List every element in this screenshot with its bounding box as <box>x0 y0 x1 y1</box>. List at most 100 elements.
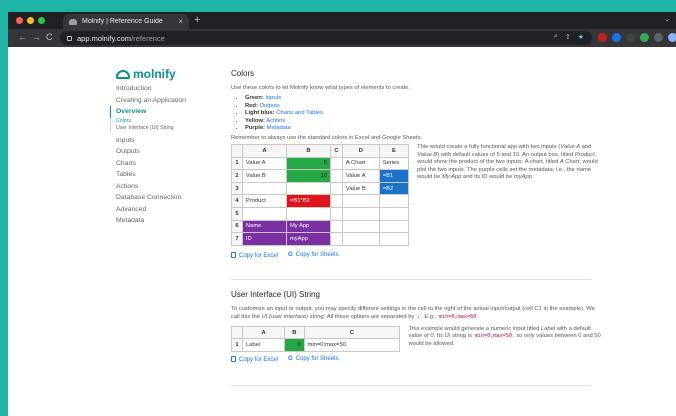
browser-tab[interactable]: Molnify | Reference Guide × <box>63 14 189 29</box>
cell <box>329 194 343 208</box>
minimize-window-button[interactable] <box>27 17 34 24</box>
sidebar-item-introduction[interactable]: Introduction <box>116 83 226 95</box>
cell <box>329 219 343 234</box>
legend-link-metadata[interactable]: Metadata <box>267 125 291 131</box>
cell <box>329 156 343 171</box>
text: Value B <box>417 151 438 158</box>
bookmark-star-icon[interactable]: ★ <box>578 33 584 41</box>
list-item: Light blue: Charts and Tables <box>245 110 601 118</box>
cell: Series <box>378 156 410 171</box>
back-arrow-icon[interactable]: ← <box>18 32 27 42</box>
url-host: app.molnify.com <box>77 33 132 43</box>
maximize-window-button[interactable] <box>38 17 45 24</box>
lock-icon[interactable] <box>67 35 72 41</box>
row-number: 4 <box>231 194 243 208</box>
copy-for-excel-button[interactable]: Copy for Excel <box>231 355 278 363</box>
sidebar-item-creating-an-application[interactable]: Creating an Application <box>116 95 226 107</box>
sidebar-subitem-ui-string[interactable]: User Interface (UI) String <box>116 125 226 132</box>
cell: Value A <box>341 169 380 183</box>
sidebar-item-outputs[interactable]: Outputs <box>116 146 226 158</box>
copy-for-excel-button[interactable]: Copy for Excel <box>231 251 278 259</box>
row-number: 5 <box>231 206 243 221</box>
sidebar-item-database-connection[interactable]: Database Connection <box>116 192 226 204</box>
text: ) with default values of 5 and 10. An ou… <box>437 151 575 158</box>
cell <box>378 206 410 221</box>
tab-title: Molnify | Reference Guide <box>82 18 163 25</box>
sidebar-item-actions[interactable]: Actions <box>116 181 226 193</box>
sidebar-subitem-colors[interactable]: Colors <box>116 118 226 125</box>
extension-blue-icon[interactable] <box>612 33 621 42</box>
cell <box>285 181 331 196</box>
list-item: Yellow: Actions <box>245 118 601 126</box>
column-header: B <box>285 143 331 158</box>
cell <box>341 194 380 208</box>
copy-for-sheets-button[interactable]: G Copy for Sheets <box>288 356 339 362</box>
google-g-icon: G <box>288 356 293 363</box>
cell: Label <box>241 338 286 352</box>
table-row: 2 Value B 10 Value A =B1 <box>231 169 410 183</box>
table-header-row: A B C D E <box>231 143 410 158</box>
column-header: A <box>241 143 287 158</box>
legend-link-outputs[interactable]: Outputs <box>260 103 280 109</box>
google-g-icon: G <box>288 252 293 259</box>
sidebar-item-metadata[interactable]: Metadata <box>116 215 226 227</box>
extension-dark-icon[interactable] <box>626 33 635 42</box>
color-legend-list: Green: Inputs Red: Outputs Light blue: C… <box>245 95 601 133</box>
legend-color-name: Light blue: <box>245 110 275 117</box>
reload-icon[interactable]: C <box>46 32 53 42</box>
text: . Its UI string is <box>433 333 474 340</box>
close-window-button[interactable] <box>16 17 23 24</box>
copy-for-sheets-button[interactable]: G Copy for Sheets <box>288 252 339 258</box>
colors-reminder: Remember to always use the standard colo… <box>231 134 423 141</box>
legend-link-inputs[interactable]: Inputs <box>265 95 281 101</box>
table-row: 7 ID myApp <box>231 232 410 246</box>
sidebar-item-inputs[interactable]: Inputs <box>116 135 226 147</box>
molnify-favicon-icon <box>69 18 77 25</box>
legend-link-actions[interactable]: Actions <box>266 118 285 124</box>
cell-output: =B1*B2 <box>285 194 331 208</box>
ui-string-copy-actions: Copy for Excel G Copy for Sheets <box>231 355 601 363</box>
code-snippet: min=0;max=50 <box>473 333 514 340</box>
list-item: Red: Outputs <box>245 103 601 111</box>
cell <box>329 206 343 221</box>
screenshot-frame-top <box>0 0 676 12</box>
tab-close-icon[interactable]: × <box>178 17 183 26</box>
text: Value A <box>560 143 581 150</box>
page-content: molnify Introduction Creating an Applica… <box>8 47 676 416</box>
forward-arrow-icon[interactable]: → <box>32 32 41 42</box>
sidebar-item-overview[interactable]: Overview <box>110 106 226 118</box>
browser-toolbar: ← → C app.molnify.com/reference ⌕ ⇪ ★ ⋮ <box>8 29 676 47</box>
profile-avatar-icon[interactable] <box>668 33 676 42</box>
table-row: 1 Value A 5 A Chart Series <box>231 156 410 171</box>
zoom-search-icon[interactable]: ⌕ <box>554 33 558 41</box>
cell <box>341 206 380 221</box>
copy-sheets-label: Copy for Sheets <box>295 356 339 363</box>
text: . <box>477 313 479 320</box>
cell: Product <box>241 194 287 208</box>
column-header: E <box>378 143 410 158</box>
column-header: D <box>341 143 380 158</box>
table-row: 4 Product =B1*B2 <box>231 194 410 208</box>
extension-green-icon[interactable] <box>640 33 649 42</box>
legend-link-charts-tables[interactable]: Charts and Tables <box>276 110 323 116</box>
tab-search-chevron-icon[interactable]: ⌄ <box>664 15 670 23</box>
cell <box>241 181 287 196</box>
sidebar-item-advanced[interactable]: Advanced <box>116 204 226 216</box>
row-number: 6 <box>231 219 243 234</box>
address-bar[interactable]: app.molnify.com/reference ⌕ ⇪ ★ <box>60 31 592 45</box>
new-tab-button[interactable]: + <box>194 14 200 26</box>
sidebar-item-charts[interactable]: Charts <box>116 158 226 170</box>
molnify-logo[interactable]: molnify <box>116 67 226 81</box>
share-icon[interactable]: ⇪ <box>565 33 571 41</box>
colors-example-sheet: A B C D E 1 Value A 5 A Chart Series 2 V… <box>231 143 410 246</box>
list-item: Green: Inputs <box>245 95 601 103</box>
code-snippet: min=0;max=50 <box>437 313 478 320</box>
copy-document-icon <box>231 251 236 258</box>
column-header: A <box>241 325 286 340</box>
sidebar-item-tables[interactable]: Tables <box>116 169 226 181</box>
colors-copy-actions: Copy for Excel G Copy for Sheets <box>231 251 601 259</box>
extensions-puzzle-icon[interactable] <box>654 33 663 42</box>
extension-red-icon[interactable] <box>598 33 607 42</box>
cell-input: 10 <box>285 169 331 183</box>
table-row: 3 Value B =B2 <box>231 181 410 196</box>
